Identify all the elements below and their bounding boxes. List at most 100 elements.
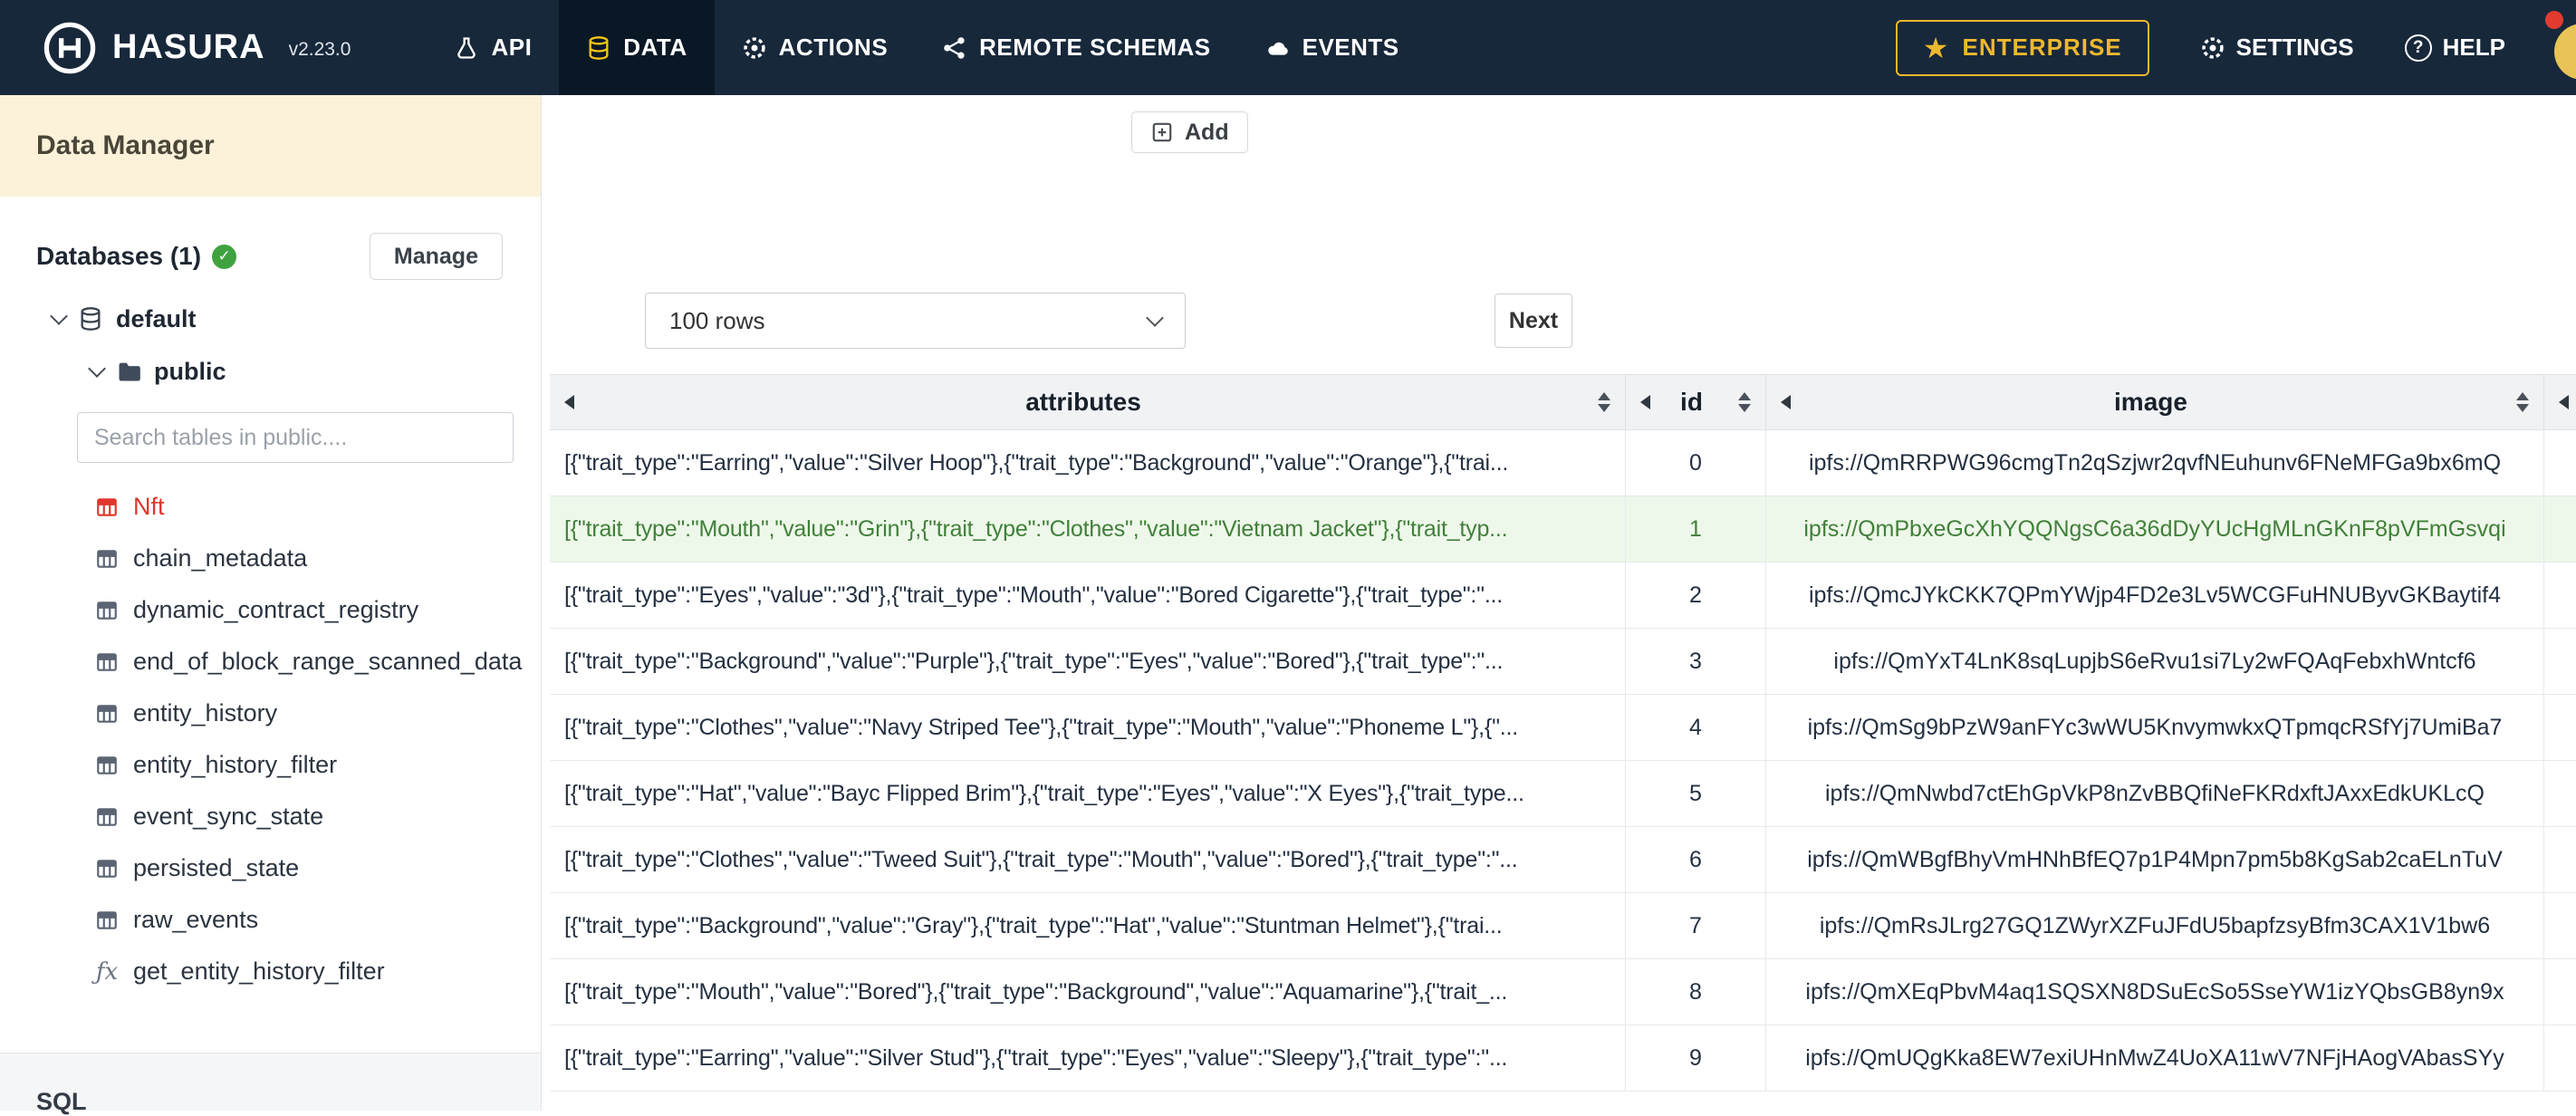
sidebar-item-entity-history[interactable]: entity_history: [0, 688, 541, 739]
collapse-column-icon: [2559, 395, 2569, 409]
nav-label: EVENTS: [1302, 34, 1399, 61]
cell-attributes: [{"trait_type":"Eyes","value":"3d"},{"tr…: [550, 563, 1626, 628]
table-row-highlighted[interactable]: [{"trait_type":"Mouth","value":"Grin"},{…: [550, 496, 2576, 563]
question-icon: ?: [2404, 34, 2432, 62]
cell-image: ipfs://QmNwbd7ctEhGpVkP8nZvBBQfiNeFKRdxf…: [1766, 761, 2544, 826]
cell-id: 5: [1626, 761, 1766, 826]
chevron-down-icon: [1146, 309, 1164, 327]
cell-attributes: [{"trait_type":"Hat","value":"Bayc Flipp…: [550, 761, 1626, 826]
sidebar-item-chain-metadata[interactable]: chain_metadata: [0, 533, 541, 584]
table-icon: [97, 652, 117, 671]
table-row[interactable]: [{"trait_type":"Eyes","value":"3d"},{"tr…: [550, 563, 2576, 629]
cell-image: ipfs://QmWBgfBhyVmHNhBfEQ7p1P4Mpn7pm5b8K…: [1766, 827, 2544, 892]
column-header-id[interactable]: id: [1626, 375, 1766, 429]
table-icon: [97, 601, 117, 620]
rows-table: attributes id image [{"trait_type":"Earr…: [550, 374, 2576, 1092]
collapse-column-icon: [1640, 395, 1650, 409]
cell-image: ipfs://QmRRPWG96cmgTn2qSzjwr2qvfNEuhunv6…: [1766, 430, 2544, 495]
sidebar-item-get-entity-history-filter[interactable]: ƒx get_entity_history_filter: [0, 946, 541, 997]
manage-button[interactable]: Manage: [369, 233, 503, 280]
column-label: id: [1680, 388, 1703, 416]
database-icon: [81, 307, 101, 331]
databases-label: Databases (1): [36, 242, 202, 270]
sidebar-title: Data Manager: [0, 95, 541, 197]
cell-id: 7: [1626, 893, 1766, 958]
table-row[interactable]: [{"trait_type":"Mouth","value":"Bored"},…: [550, 959, 2576, 1025]
table-row[interactable]: [{"trait_type":"Clothes","value":"Tweed …: [550, 827, 2576, 893]
settings-button[interactable]: SETTINGS: [2200, 34, 2354, 62]
navbar-right: ★ ENTERPRISE SETTINGS ? HELP: [1895, 19, 2576, 76]
nav-item-api[interactable]: API: [427, 0, 559, 95]
table-row[interactable]: [{"trait_type":"Background","value":"Gra…: [550, 893, 2576, 959]
nav-label: REMOTE SCHEMAS: [979, 34, 1211, 61]
table-row[interactable]: [{"trait_type":"Background","value":"Pur…: [550, 629, 2576, 695]
add-row-button[interactable]: Add: [1131, 111, 1248, 153]
sidebar-item-entity-history-filter[interactable]: entity_history_filter: [0, 739, 541, 791]
cell-attributes: [{"trait_type":"Mouth","value":"Grin"},{…: [550, 496, 1626, 562]
help-button[interactable]: ? HELP: [2404, 34, 2505, 62]
table-name: dynamic_contract_registry: [133, 596, 419, 623]
cell-partial: [2544, 430, 2576, 495]
column-header-image[interactable]: image: [1766, 375, 2544, 429]
tree-item-public-schema[interactable]: public: [0, 345, 541, 398]
table-name: end_of_block_range_scanned_data: [133, 648, 523, 675]
sidebar-item-raw-events[interactable]: raw_events: [0, 894, 541, 946]
column-label: image: [2114, 388, 2187, 416]
main-nav: API DATA ACTIONS REMOTE SCHEMAS EVENTS: [427, 0, 1426, 95]
star-icon: ★: [1922, 31, 1950, 64]
browse-rows-panel: Add 100 rows Next attributes id image [{…: [542, 95, 2576, 1111]
table-row[interactable]: [{"trait_type":"Earring","value":"Silver…: [550, 1025, 2576, 1092]
cell-id: 2: [1626, 563, 1766, 628]
next-page-button[interactable]: Next: [1495, 293, 1572, 348]
cloud-icon: [1267, 42, 1288, 55]
chevron-down-icon: [88, 360, 106, 378]
cell-id: 8: [1626, 959, 1766, 1025]
table-name: persisted_state: [133, 854, 300, 881]
nav-item-data[interactable]: DATA: [559, 0, 715, 95]
tree-item-default-db[interactable]: default: [0, 293, 541, 345]
gear-icon: [2201, 36, 2224, 59]
cell-image: ipfs://QmUQgKka8EW7exiUHnMwZ4UoXA11wV7NF…: [1766, 1025, 2544, 1091]
help-label: HELP: [2442, 34, 2505, 61]
search-tables-input[interactable]: [77, 412, 514, 463]
enterprise-button[interactable]: ★ ENTERPRISE: [1895, 19, 2149, 76]
table-row[interactable]: [{"trait_type":"Earring","value":"Silver…: [550, 430, 2576, 496]
table-row[interactable]: [{"trait_type":"Hat","value":"Bayc Flipp…: [550, 761, 2576, 827]
gear-bolt-icon: [743, 36, 765, 59]
cell-id: 1: [1626, 496, 1766, 562]
add-label: Add: [1185, 119, 1229, 145]
cell-partial: [2544, 629, 2576, 694]
sort-icon: [1738, 392, 1751, 412]
cell-id: 9: [1626, 1025, 1766, 1091]
table-icon: [97, 807, 117, 826]
check-icon: ✓: [212, 244, 237, 269]
function-name: get_entity_history_filter: [133, 957, 385, 985]
column-header-attributes[interactable]: attributes: [550, 375, 1626, 429]
sidebar-item-dynamic-contract-registry[interactable]: dynamic_contract_registry: [0, 584, 541, 636]
sidebar-item-event-sync-state[interactable]: event_sync_state: [0, 791, 541, 842]
table-row[interactable]: [{"trait_type":"Clothes","value":"Navy S…: [550, 695, 2576, 761]
nav-item-actions[interactable]: ACTIONS: [715, 0, 916, 95]
rows-select-value: 100 rows: [669, 306, 765, 334]
sort-icon: [2516, 392, 2529, 412]
sidebar-sql-section[interactable]: SQL: [0, 1053, 541, 1115]
sidebar-item-end-of-block-range-scanned-data[interactable]: end_of_block_range_scanned_data: [0, 636, 541, 688]
cell-partial: [2544, 563, 2576, 628]
cell-partial: [2544, 761, 2576, 826]
nav-item-remote-schemas[interactable]: REMOTE SCHEMAS: [915, 0, 1237, 95]
cell-attributes: [{"trait_type":"Background","value":"Gra…: [550, 893, 1626, 958]
sidebar-item-nft[interactable]: Nft: [0, 481, 541, 533]
settings-label: SETTINGS: [2235, 34, 2354, 61]
cell-image: ipfs://QmYxT4LnK8sqLupjbS6eRvu1si7Ly2wFQ…: [1766, 629, 2544, 694]
hasura-brand[interactable]: HASURA v2.23.0: [42, 20, 351, 76]
rows-per-page-select[interactable]: 100 rows: [645, 293, 1186, 349]
nav-label: API: [491, 34, 533, 61]
nav-item-events[interactable]: EVENTS: [1238, 0, 1427, 95]
table-icon: [97, 497, 117, 516]
cell-image: ipfs://QmcJYkCKK7QPmYWjp4FD2e3Lv5WCGFuHN…: [1766, 563, 2544, 628]
cell-attributes: [{"trait_type":"Earring","value":"Silver…: [550, 1025, 1626, 1091]
chevron-down-icon: [50, 307, 68, 325]
column-header-partial[interactable]: [2544, 375, 2576, 429]
sidebar-item-persisted-state[interactable]: persisted_state: [0, 842, 541, 894]
column-label: attributes: [1025, 388, 1141, 416]
